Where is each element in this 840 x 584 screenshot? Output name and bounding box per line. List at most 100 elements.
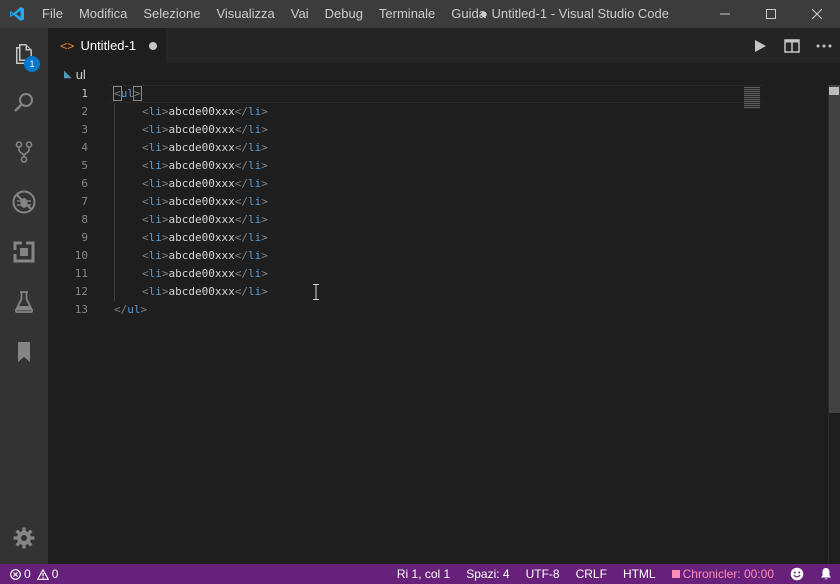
split-editor-button[interactable] [776, 28, 808, 63]
tag-name: li [148, 177, 162, 190]
menu-view[interactable]: Visualizza [208, 0, 282, 28]
breadcrumb-item-ul[interactable]: ul [76, 67, 86, 82]
text-content: abcde00xxx [168, 195, 235, 208]
smiley-icon [790, 567, 804, 581]
end-tag-name: li [247, 159, 262, 172]
tag-name: li [148, 141, 162, 154]
end-tag-bracket-open: </ [234, 231, 248, 244]
end-tag-name: li [247, 249, 262, 262]
end-tag-bracket-close: > [261, 195, 268, 208]
feedback-button[interactable] [782, 564, 812, 584]
bookmarks-button[interactable] [0, 328, 48, 376]
editor-actions [744, 28, 840, 63]
code-line[interactable]: 6 <li>abcde00xxx</li> [48, 175, 840, 193]
tag-name: li [148, 231, 162, 244]
tag-bracket-close: > [161, 285, 169, 298]
menu-edit[interactable]: Modifica [71, 0, 135, 28]
maximize-button[interactable] [748, 0, 794, 28]
code-text: <ul> [113, 85, 142, 103]
test-flask-icon [14, 291, 34, 313]
code-line[interactable]: 1 <ul> [48, 85, 840, 103]
tag-name: ul [127, 303, 141, 316]
line-number: 6 [81, 177, 88, 190]
end-tag-bracket-close: > [261, 141, 268, 154]
menu-terminal[interactable]: Terminale [371, 0, 443, 28]
line-number: 7 [81, 195, 88, 208]
debug-button[interactable] [0, 178, 48, 226]
text-content: abcde00xxx [168, 123, 235, 136]
notifications-button[interactable] [812, 564, 840, 584]
tab-untitled-1[interactable]: <> Untitled-1 [48, 28, 166, 63]
eol-status[interactable]: CRLF [568, 564, 615, 584]
tag-name: li [148, 267, 162, 280]
end-tag-bracket-open: </ [234, 213, 248, 226]
chronicler-status[interactable]: Chronicler: 00:00 [664, 564, 782, 584]
problems-status[interactable]: 0 0 [10, 564, 62, 584]
code-line[interactable]: 9 <li>abcde00xxx</li> [48, 229, 840, 247]
code-text: <li>abcde00xxx</li> [142, 229, 268, 247]
tab-bar: <> Untitled-1 [48, 28, 840, 63]
code-editor[interactable]: 1 <ul> 2 <li>abcde00xxx</li> 3 <li>abcde00xxx… [48, 85, 840, 564]
search-button[interactable] [0, 78, 48, 126]
code-text: <li>abcde00xxx</li> [142, 193, 268, 211]
end-tag-name: li [247, 177, 262, 190]
end-tag-name: li [247, 231, 262, 244]
text-content: abcde00xxx [168, 177, 235, 190]
menu-go[interactable]: Vai [283, 0, 317, 28]
code-text: <li>abcde00xxx</li> [142, 175, 268, 193]
cursor-position[interactable]: Ri 1, col 1 [389, 564, 458, 584]
source-control-button[interactable] [0, 128, 48, 176]
extensions-button[interactable] [0, 228, 48, 276]
close-window-button[interactable] [794, 0, 840, 28]
unsaved-dot-icon[interactable] [149, 42, 157, 50]
indentation-status[interactable]: Spazi: 4 [458, 564, 517, 584]
text-content: abcde00xxx [168, 213, 235, 226]
end-tag-name: li [247, 123, 262, 136]
tag-bracket-open: < [142, 123, 149, 136]
menu-debug[interactable]: Debug [317, 0, 371, 28]
language-mode[interactable]: HTML [615, 564, 664, 584]
code-line[interactable]: 4 <li>abcde00xxx</li> [48, 139, 840, 157]
split-editor-icon [784, 38, 800, 53]
symbol-icon: ◣ [64, 68, 72, 80]
explorer-button[interactable]: 1 [0, 30, 48, 78]
code-line[interactable]: 10 <li>abcde00xxx</li> [48, 247, 840, 265]
code-line[interactable]: 8 <li>abcde00xxx</li> [48, 211, 840, 229]
tag-bracket-close: > [161, 267, 169, 280]
run-button[interactable] [744, 28, 776, 63]
menu-help[interactable]: Guida [443, 0, 494, 28]
tag-name: li [148, 159, 162, 172]
tag-bracket-open: < [142, 213, 149, 226]
code-line[interactable]: 12 <li>abcde00xxx</li> [48, 283, 840, 301]
line-number: 8 [81, 213, 88, 226]
code-line[interactable]: 3 <li>abcde00xxx</li> [48, 121, 840, 139]
code-line[interactable]: 2 <li>abcde00xxx</li> [48, 103, 840, 121]
more-actions-button[interactable] [808, 28, 840, 63]
code-line[interactable]: 13 </ul> [48, 301, 840, 319]
code-text: <li>abcde00xxx</li> [142, 211, 268, 229]
code-line[interactable]: 11 <li>abcde00xxx</li> [48, 265, 840, 283]
minimap[interactable] [744, 87, 760, 109]
test-button[interactable] [0, 278, 48, 326]
error-count: 0 [24, 567, 31, 581]
title-bar: File Modifica Selezione Visualizza Vai D… [0, 0, 840, 28]
settings-button[interactable] [0, 514, 48, 562]
tag-bracket-open: < [142, 177, 149, 190]
breadcrumb: ◣ ul [48, 63, 840, 85]
tag-bracket-open: < [142, 267, 149, 280]
scrollbar-thumb[interactable] [829, 85, 840, 413]
text-content: abcde00xxx [168, 267, 235, 280]
tag-name: li [148, 195, 162, 208]
menu-file[interactable]: File [34, 0, 71, 28]
warning-icon [36, 568, 49, 580]
encoding-status[interactable]: UTF-8 [518, 564, 568, 584]
code-line[interactable]: 5 <li>abcde00xxx</li> [48, 157, 840, 175]
code-line[interactable]: 7 <li>abcde00xxx</li> [48, 193, 840, 211]
line-number: 12 [74, 285, 88, 298]
minimize-button[interactable] [702, 0, 748, 28]
line-number: 1 [81, 87, 88, 100]
text-content: abcde00xxx [168, 231, 235, 244]
tag-bracket-close: > [161, 213, 169, 226]
menu-selection[interactable]: Selezione [135, 0, 208, 28]
end-tag-bracket-open: </ [234, 285, 248, 298]
